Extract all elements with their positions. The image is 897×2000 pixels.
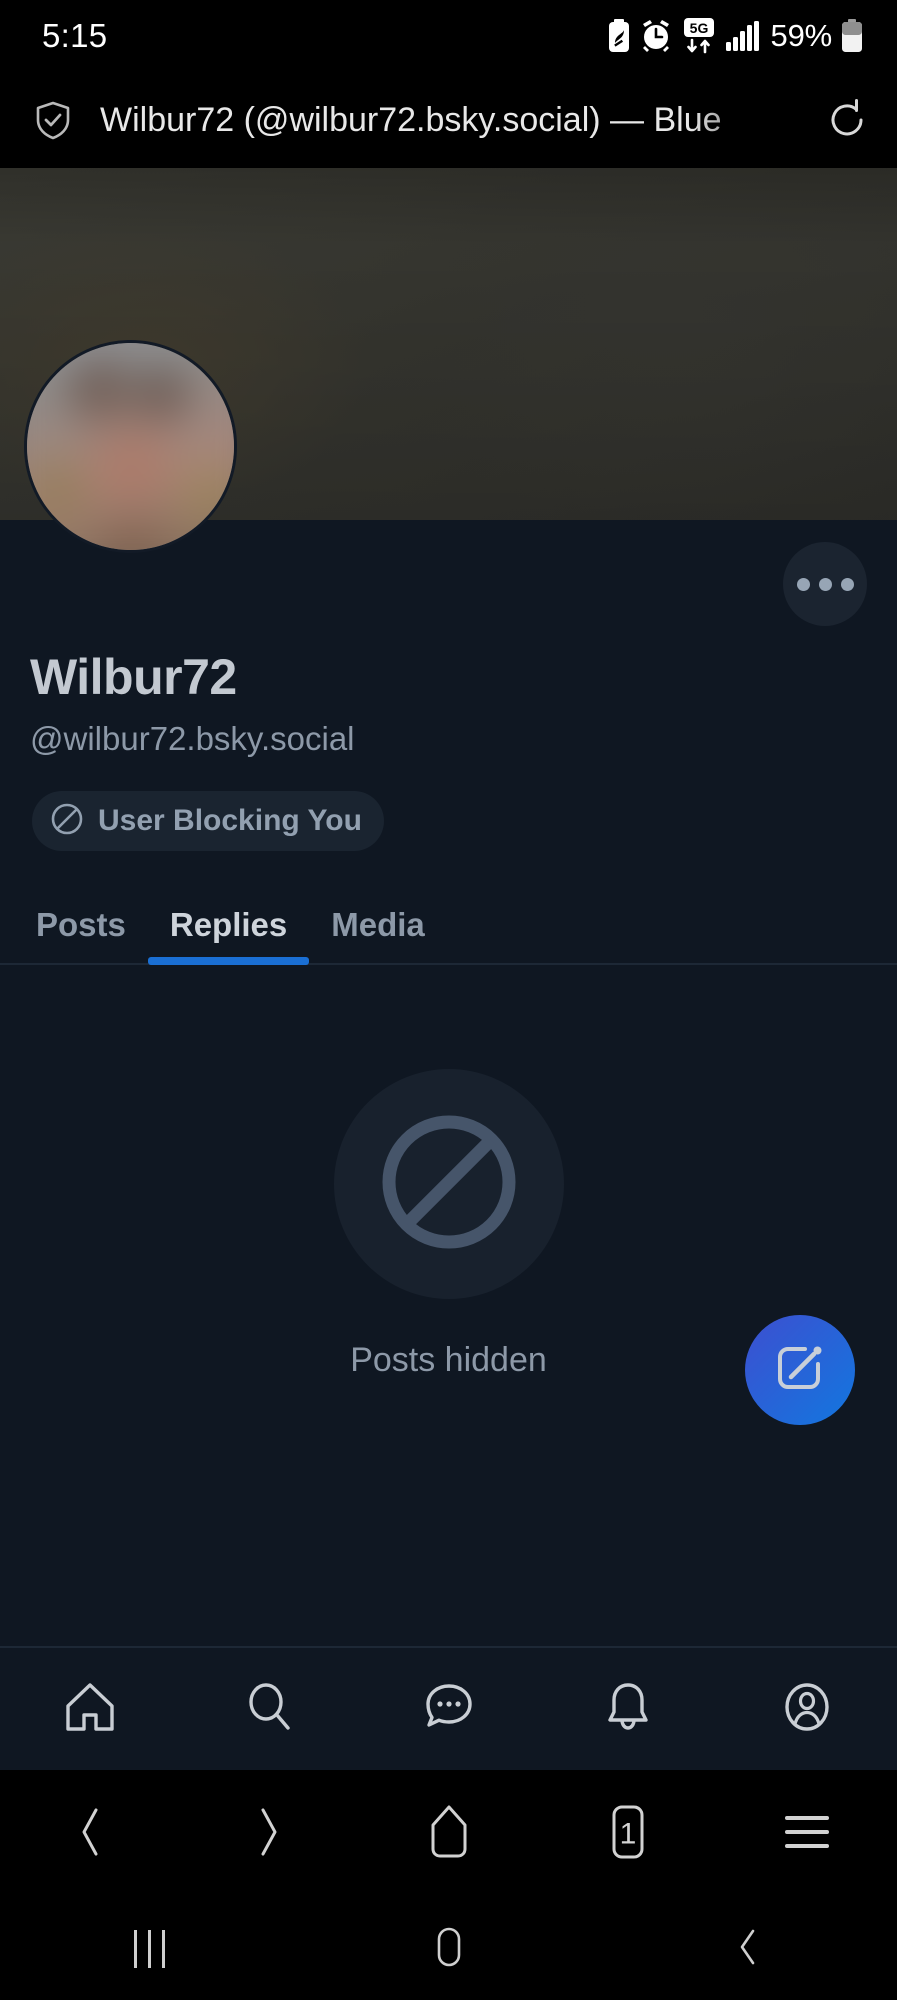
search-icon <box>241 1679 297 1740</box>
browser-title-bar[interactable]: Wilbur72 (@wilbur72.bsky.social) — Blue <box>0 72 897 168</box>
dot-icon <box>840 577 854 591</box>
browser-tabs-count-label: 1 <box>619 1817 637 1851</box>
profile-header: Wilbur72 @wilbur72.bsky.social User Bloc… <box>0 520 897 1770</box>
status-bar: 5:15 5G 59% <box>0 0 897 72</box>
nav-item-profile[interactable] <box>718 1648 897 1770</box>
nav-item-notifications[interactable] <box>538 1648 717 1770</box>
page-title: Wilbur72 (@wilbur72.bsky.social) — Blue <box>100 101 722 139</box>
tab-replies[interactable]: Replies <box>147 884 310 965</box>
nav-item-messages[interactable] <box>359 1648 538 1770</box>
empty-state: Posts hidden <box>0 965 897 1625</box>
address-bar[interactable]: Wilbur72 (@wilbur72.bsky.social) — Blue <box>100 95 811 145</box>
nav-item-home[interactable] <box>0 1648 179 1770</box>
dot-icon <box>818 577 832 591</box>
browser-back-button[interactable] <box>0 1770 179 1898</box>
android-back-button[interactable] <box>598 1898 897 2000</box>
chevron-left-icon <box>730 1924 766 1975</box>
app-bottom-nav <box>0 1646 897 1770</box>
phone-screen: 5:15 5G 59% Wilbur72 (@wilbur72.bsky.soc… <box>0 0 897 2000</box>
android-recents-button[interactable] <box>0 1898 299 2000</box>
more-options-button[interactable] <box>783 542 867 626</box>
circle-slash-icon <box>375 1108 523 1261</box>
browser-tabs-button[interactable]: 1 <box>538 1770 717 1898</box>
profile-tabs: Posts Replies Media <box>0 884 897 965</box>
compose-button[interactable] <box>745 1315 855 1425</box>
power-saving-icon <box>607 19 631 53</box>
recents-icon <box>134 1930 165 1968</box>
hamburger-menu-icon <box>780 1808 834 1861</box>
empty-state-icon-background <box>333 1069 564 1299</box>
person-circle-icon <box>779 1679 835 1740</box>
tab-active-indicator <box>147 957 310 965</box>
browser-menu-button[interactable] <box>718 1770 897 1898</box>
avatar[interactable] <box>24 340 237 553</box>
tab-posts[interactable]: Posts <box>30 884 148 965</box>
tab-replies-label: Replies <box>169 905 288 943</box>
bell-icon <box>600 1679 656 1740</box>
shield-check-icon[interactable] <box>32 99 74 141</box>
page-title-display-name: Wilbur72 <box>30 649 237 705</box>
5g-data-icon: 5G <box>681 17 717 55</box>
nav-item-search[interactable] <box>179 1648 358 1770</box>
reload-icon[interactable] <box>823 96 871 144</box>
home-icon <box>62 1679 118 1740</box>
status-icon-group: 5G 59% <box>607 17 863 55</box>
android-home-button[interactable] <box>299 1898 598 2000</box>
profile-handle: @wilbur72.bsky.social <box>30 720 355 757</box>
chat-bubble-icon <box>421 1679 477 1740</box>
chevron-right-icon <box>245 1802 293 1867</box>
status-clock: 5:15 <box>42 17 108 54</box>
circle-slash-icon <box>50 802 84 841</box>
tab-media[interactable]: Media <box>309 884 447 965</box>
battery-icon <box>841 19 863 53</box>
browser-home-button[interactable] <box>359 1770 538 1898</box>
status-badge-label: User Blocking You <box>98 804 362 837</box>
signal-bars-icon <box>725 21 760 51</box>
dot-icon <box>796 577 810 591</box>
chevron-left-icon <box>66 1802 114 1867</box>
compose-icon <box>770 1338 830 1403</box>
tab-media-label: Media <box>331 905 425 943</box>
status-badge-blocking: User Blocking You <box>32 791 384 851</box>
tab-posts-label: Posts <box>36 905 126 943</box>
home-pill-icon <box>431 1924 467 1975</box>
home-pentagon-icon <box>421 1801 477 1868</box>
web-page-content: Wilbur72 @wilbur72.bsky.social User Bloc… <box>0 168 897 1770</box>
browser-forward-button[interactable] <box>179 1770 358 1898</box>
browser-toolbar: 1 <box>0 1770 897 1898</box>
svg-text:5G: 5G <box>689 20 708 36</box>
avatar-image <box>27 343 234 550</box>
empty-state-label: Posts hidden <box>350 1341 547 1379</box>
android-navigation-bar <box>0 1898 897 2000</box>
alarm-icon <box>640 19 672 53</box>
battery-percent-label: 59% <box>770 18 833 53</box>
